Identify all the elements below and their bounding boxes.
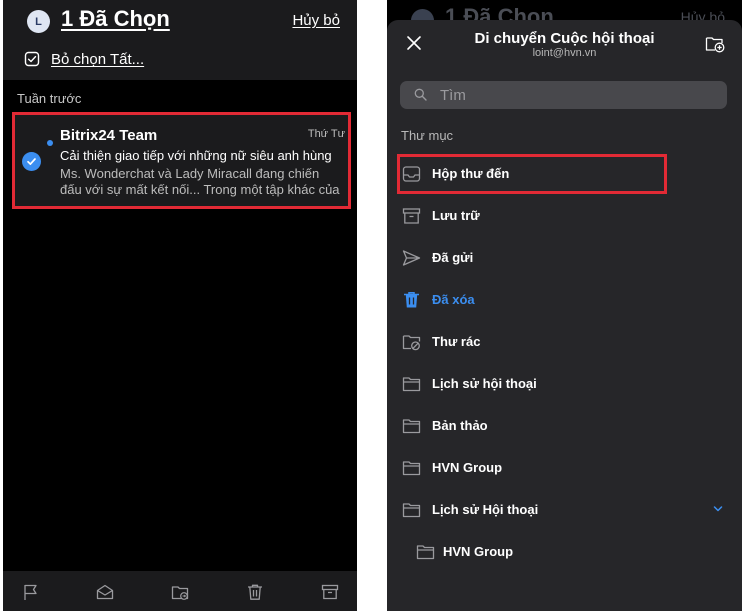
folder-label: Lưu trữ bbox=[432, 208, 480, 223]
action-toolbar bbox=[3, 571, 357, 611]
folder-label: Bản thảo bbox=[432, 418, 488, 433]
inbox-highlight-box bbox=[397, 154, 667, 194]
search-icon bbox=[414, 88, 427, 101]
folder-label: HVN Group bbox=[443, 544, 514, 559]
folder-icon bbox=[416, 545, 435, 560]
folder-item-hvn-group[interactable]: HVN Group bbox=[397, 448, 737, 488]
folder-item-deleted[interactable]: Đã xóa bbox=[397, 280, 737, 320]
deselect-all-button[interactable]: Bỏ chọn Tất... bbox=[51, 51, 144, 68]
selected-check-icon[interactable] bbox=[22, 152, 41, 171]
unread-dot-icon bbox=[47, 140, 53, 146]
mail-subject: Cải thiện giao tiếp với những nữ siêu an… bbox=[60, 148, 332, 163]
checkbox-icon[interactable] bbox=[24, 51, 40, 67]
folder-item-conversation-history-2[interactable]: Lịch sử Hội thoại bbox=[397, 490, 737, 530]
folder-icon bbox=[402, 377, 421, 392]
trash-icon[interactable] bbox=[246, 583, 264, 601]
folder-label: HVN Group bbox=[432, 460, 503, 475]
folder-label: Lịch sử Hội thoại bbox=[432, 502, 539, 517]
section-label-last-week: Tuần trước bbox=[17, 91, 82, 106]
folder-item-drafts[interactable]: Bản thảo bbox=[397, 406, 737, 446]
folder-item-conversation-history[interactable]: Lịch sử hội thoại bbox=[397, 364, 737, 404]
mail-preview-line-2: đấu với sự mất kết nối... Trong một tập … bbox=[60, 182, 340, 197]
flag-icon[interactable] bbox=[22, 583, 40, 601]
cancel-button[interactable]: Hủy bỏ bbox=[292, 12, 340, 29]
mail-date: Thứ Tư bbox=[307, 128, 345, 140]
page: L 1 Đã Chọn Hủy bỏ Bỏ chọn Tất... Tuần t… bbox=[0, 0, 745, 615]
search-box bbox=[400, 81, 727, 109]
folder-icon bbox=[402, 419, 421, 434]
folder-item-archive[interactable]: Lưu trữ bbox=[397, 196, 737, 236]
folder-label: Lịch sử hội thoại bbox=[432, 376, 537, 391]
folder-item-hvn-group-sub[interactable]: HVN Group bbox=[397, 532, 737, 572]
mail-sender: Bitrix24 Team bbox=[60, 127, 158, 144]
move-folder-icon[interactable] bbox=[171, 583, 189, 601]
archive-icon[interactable] bbox=[321, 583, 339, 601]
selection-header: L 1 Đã Chọn Hủy bỏ Bỏ chọn Tất... bbox=[3, 0, 357, 80]
account-email: loint@hvn.vn bbox=[532, 47, 597, 59]
folders-section-label: Thư mục bbox=[401, 128, 454, 143]
junk-folder-icon bbox=[402, 335, 421, 351]
chevron-down-icon[interactable] bbox=[713, 505, 723, 513]
folder-icon bbox=[402, 461, 421, 476]
folder-label: Đã xóa bbox=[432, 292, 475, 307]
trash-icon bbox=[404, 292, 419, 308]
search-input[interactable] bbox=[440, 84, 710, 106]
folder-label: Thư rác bbox=[432, 334, 481, 349]
avatar[interactable]: L bbox=[27, 10, 50, 33]
mail-list-item[interactable]: Bitrix24 Team Thứ Tư Cải thiện giao tiếp… bbox=[12, 112, 351, 209]
mark-read-icon[interactable] bbox=[96, 583, 114, 601]
new-folder-icon[interactable] bbox=[705, 35, 725, 53]
mail-list-screen: L 1 Đã Chọn Hủy bỏ Bỏ chọn Tất... Tuần t… bbox=[3, 0, 357, 611]
folder-label: Đã gửi bbox=[432, 250, 474, 265]
folder-icon bbox=[402, 503, 421, 518]
move-conversation-sheet: Di chuyển Cuộc hội thoại loint@hvn.vn Th… bbox=[387, 20, 742, 611]
sheet-title: Di chuyển Cuộc hội thoại bbox=[474, 30, 655, 47]
folder-item-junk[interactable]: Thư rác bbox=[397, 322, 737, 362]
sent-icon bbox=[402, 250, 421, 266]
folder-item-sent[interactable]: Đã gửi bbox=[397, 238, 737, 278]
mail-preview-line-1: Ms. Wonderchat và Lady Miracall đang chi… bbox=[60, 166, 320, 181]
selection-count-title: 1 Đã Chọn bbox=[61, 6, 170, 31]
archive-icon bbox=[402, 208, 421, 224]
move-conversation-screen: 1 Đã Chọn Hủy bỏ Di chuyển Cuộc hội thoạ… bbox=[387, 0, 742, 611]
